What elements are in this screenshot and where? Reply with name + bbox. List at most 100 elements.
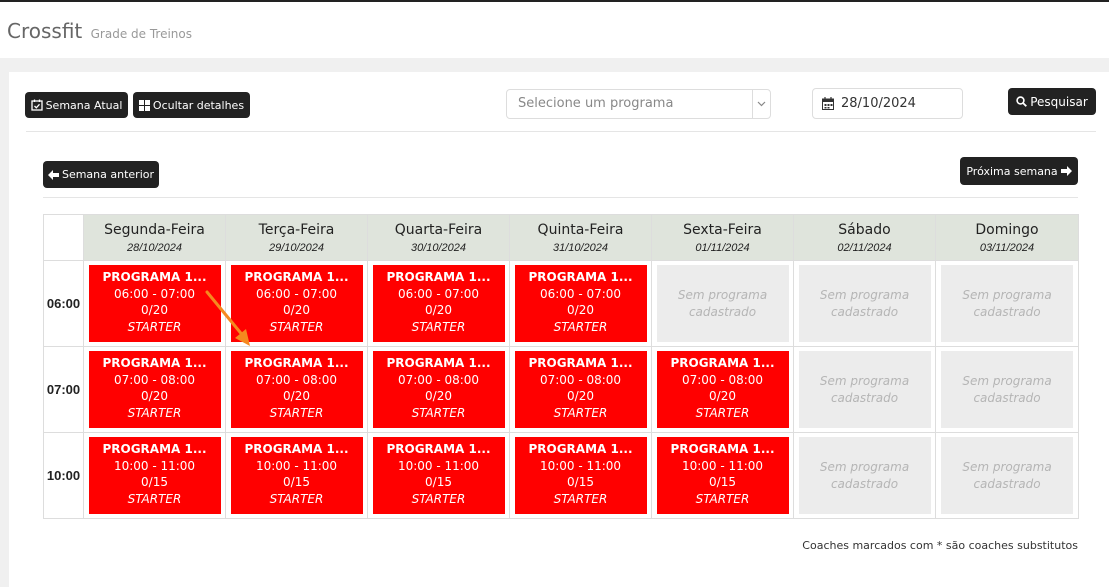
class-slot[interactable]: PROGRAMA 1... 06:00 - 07:00 0/20 STARTER [230, 265, 363, 342]
class-slot[interactable]: PROGRAMA 1... 10:00 - 11:00 0/15 STARTER [656, 437, 789, 514]
class-slot[interactable]: PROGRAMA 1... 06:00 - 07:00 0/20 STARTER [372, 265, 505, 342]
slot-capacity: 0/15 [141, 475, 168, 489]
slot-capacity: 0/15 [283, 475, 310, 489]
slot-capacity: 0/20 [425, 389, 452, 403]
slot-program: PROGRAMA 1... [102, 442, 207, 456]
schedule-cell: PROGRAMA 1... 07:00 - 08:00 0/20 STARTER [367, 346, 510, 433]
day-date: 31/10/2024 [552, 241, 609, 254]
schedule-cell: Sem programa cadastrado [793, 432, 936, 519]
slot-capacity: 0/20 [283, 303, 310, 317]
grid-icon [138, 99, 150, 111]
arrow-left-icon [47, 169, 59, 180]
slot-program: PROGRAMA 1... [102, 270, 207, 284]
slot-capacity: 0/15 [567, 475, 594, 489]
schedule-cell: PROGRAMA 1... 10:00 - 11:00 0/15 STARTER [509, 432, 652, 519]
day-name: Sexta-Feira [683, 221, 762, 238]
date-field[interactable]: 28/10/2024 [812, 88, 963, 119]
empty-slot: Sem programa cadastrado [941, 351, 1073, 428]
slot-level: STARTER [269, 491, 324, 506]
class-slot[interactable]: PROGRAMA 1... 06:00 - 07:00 0/20 STARTER [88, 265, 221, 342]
slot-capacity: 0/20 [283, 389, 310, 403]
calendar-icon [822, 97, 834, 110]
day-name: Terça-Feira [258, 221, 335, 238]
empty-slot: Sem programa cadastrado [941, 265, 1073, 342]
time-row: 06:00 PROGRAMA 1... 06:00 - 07:00 0/20 START… [43, 260, 1079, 347]
slot-hours: 06:00 - 07:00 [397, 286, 480, 301]
slot-level: STARTER [269, 319, 324, 334]
program-select[interactable]: Selecione um programa [506, 89, 771, 119]
slot-hours: 10:00 - 11:00 [397, 458, 480, 473]
day-header: Quarta-Feira 30/10/2024 [367, 214, 510, 261]
empty-slot: Sem programa cadastrado [798, 437, 931, 514]
day-date: 29/10/2024 [268, 241, 325, 254]
day-header: Quinta-Feira 31/10/2024 [509, 214, 652, 261]
schedule-cell: PROGRAMA 1... 10:00 - 11:00 0/15 STARTER [83, 432, 226, 519]
current-week-button[interactable]: Semana Atual [25, 92, 128, 118]
class-slot[interactable]: PROGRAMA 1... 07:00 - 08:00 0/20 STARTER [372, 351, 505, 428]
hide-details-button[interactable]: Ocultar detalhes [133, 92, 250, 118]
previous-week-button[interactable]: Semana anterior [43, 161, 159, 188]
class-slot[interactable]: PROGRAMA 1... 07:00 - 08:00 0/20 STARTER [514, 351, 647, 428]
slot-hours: 10:00 - 11:00 [539, 458, 622, 473]
empty-slot: Sem programa cadastrado [798, 265, 931, 342]
slot-hours: 07:00 - 08:00 [255, 372, 338, 387]
slot-program: PROGRAMA 1... [670, 356, 775, 370]
day-header: Sábado 02/11/2024 [793, 214, 936, 261]
schedule-cell: Sem programa cadastrado [935, 432, 1079, 519]
slot-program: PROGRAMA 1... [386, 442, 491, 456]
slot-program: PROGRAMA 1... [386, 356, 491, 370]
current-week-label: Semana Atual [45, 98, 123, 112]
calendar-check-icon [30, 99, 43, 111]
schedule-cell: PROGRAMA 1... 07:00 - 08:00 0/20 STARTER [83, 346, 226, 433]
schedule-cell: PROGRAMA 1... 07:00 - 08:00 0/20 STARTER [651, 346, 794, 433]
schedule-cell: PROGRAMA 1... 06:00 - 07:00 0/20 STARTER [83, 260, 226, 347]
search-button[interactable]: Pesquisar [1008, 88, 1096, 115]
date-value: 28/10/2024 [841, 96, 916, 111]
schedule-cell: Sem programa cadastrado [651, 260, 794, 347]
day-name: Quarta-Feira [394, 221, 483, 238]
slot-level: STARTER [553, 319, 608, 334]
slot-program: PROGRAMA 1... [244, 442, 349, 456]
day-name: Sábado [838, 221, 891, 238]
day-header: Segunda-Feira 28/10/2024 [83, 214, 226, 261]
slot-capacity: 0/20 [425, 303, 452, 317]
schedule-cell: PROGRAMA 1... 07:00 - 08:00 0/20 STARTER [225, 346, 368, 433]
slot-level: STARTER [411, 319, 466, 334]
class-slot[interactable]: PROGRAMA 1... 10:00 - 11:00 0/15 STARTER [88, 437, 221, 514]
schedule-cell: PROGRAMA 1... 10:00 - 11:00 0/15 STARTER [651, 432, 794, 519]
slot-program: PROGRAMA 1... [244, 270, 349, 284]
schedule-cell: Sem programa cadastrado [935, 346, 1079, 433]
slot-level: STARTER [269, 405, 324, 420]
schedule-cell: Sem programa cadastrado [793, 260, 936, 347]
search-icon [1016, 96, 1028, 107]
class-slot[interactable]: PROGRAMA 1... 10:00 - 11:00 0/15 STARTER [372, 437, 505, 514]
corner-cell [43, 214, 84, 261]
schedule-cell: Sem programa cadastrado [935, 260, 1079, 347]
divider [43, 197, 1078, 198]
slot-hours: 07:00 - 08:00 [113, 372, 196, 387]
class-slot[interactable]: PROGRAMA 1... 07:00 - 08:00 0/20 STARTER [656, 351, 789, 428]
slot-level: STARTER [127, 319, 182, 334]
class-slot[interactable]: PROGRAMA 1... 07:00 - 08:00 0/20 STARTER [88, 351, 221, 428]
day-header: Sexta-Feira 01/11/2024 [651, 214, 794, 261]
day-date: 30/10/2024 [410, 241, 467, 254]
hide-details-label: Ocultar detalhes [152, 98, 245, 112]
slot-hours: 07:00 - 08:00 [681, 372, 764, 387]
next-week-button[interactable]: Próxima semana [960, 157, 1078, 185]
arrow-right-icon [1060, 166, 1072, 176]
slot-program: PROGRAMA 1... [102, 356, 207, 370]
day-name: Segunda-Feira [104, 221, 205, 238]
previous-week-label: Semana anterior [61, 168, 155, 181]
day-date: 28/10/2024 [126, 241, 183, 254]
time-row: 10:00 PROGRAMA 1... 10:00 - 11:00 0/15 START… [43, 432, 1079, 519]
slot-capacity: 0/20 [141, 303, 168, 317]
day-header: Domingo 03/11/2024 [935, 214, 1079, 261]
slot-program: PROGRAMA 1... [244, 356, 349, 370]
class-slot[interactable]: PROGRAMA 1... 06:00 - 07:00 0/20 STARTER [514, 265, 647, 342]
slot-hours: 07:00 - 08:00 [539, 372, 622, 387]
day-name: Domingo [975, 221, 1039, 238]
class-slot[interactable]: PROGRAMA 1... 10:00 - 11:00 0/15 STARTER [230, 437, 363, 514]
class-slot[interactable]: PROGRAMA 1... 07:00 - 08:00 0/20 STARTER [230, 351, 363, 428]
class-slot[interactable]: PROGRAMA 1... 10:00 - 11:00 0/15 STARTER [514, 437, 647, 514]
schedule-cell: PROGRAMA 1... 10:00 - 11:00 0/15 STARTER [367, 432, 510, 519]
